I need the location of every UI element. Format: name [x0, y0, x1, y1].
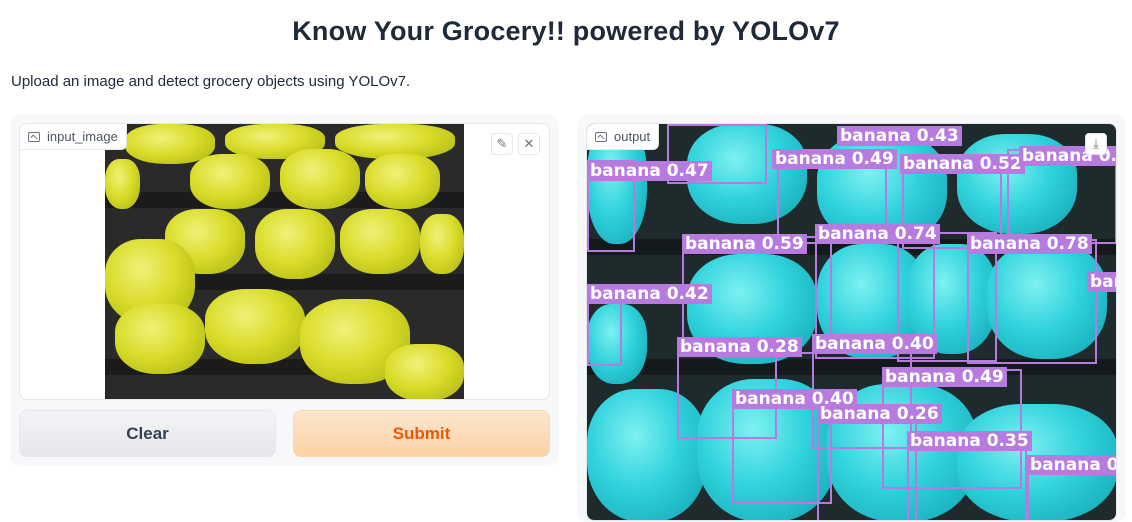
detection-label: banana 0.47: [587, 161, 712, 181]
input-image-label-text: input_image: [47, 129, 118, 144]
clear-button[interactable]: Clear: [19, 410, 276, 457]
input-image-dropzone[interactable]: input_image ✎ ✕: [19, 123, 550, 400]
download-icon[interactable]: ⤓: [1085, 133, 1107, 155]
detection-label: banana 0.43: [837, 126, 962, 146]
input-image-label: input_image: [20, 124, 127, 150]
output-label: output: [587, 124, 660, 150]
output-label-text: output: [614, 129, 651, 144]
detection-label: banana 0.52: [900, 154, 1025, 174]
detection-label: banana 0.74: [815, 224, 940, 244]
page-description: Upload an image and detect grocery objec…: [11, 73, 411, 90]
detection-label: banana 0.49: [772, 149, 897, 169]
pencil-icon[interactable]: ✎: [491, 133, 513, 155]
detection-label: banana 0.74: [1087, 272, 1116, 292]
detection-label: banana 0.40: [812, 334, 937, 354]
submit-button[interactable]: Submit: [293, 410, 550, 457]
image-icon: [595, 131, 607, 142]
detection-label: banana 0.78: [967, 234, 1092, 254]
output-image: banana 0.43 banana 0.47 banana 0.49 bana…: [587, 124, 1116, 520]
input-image: [105, 124, 464, 399]
image-icon: [28, 131, 40, 142]
output-panel: banana 0.43 banana 0.47 banana 0.49 bana…: [577, 115, 1126, 522]
close-icon[interactable]: ✕: [518, 133, 540, 155]
detection-label: banana 0.28: [677, 337, 802, 357]
output-image-container: banana 0.43 banana 0.47 banana 0.49 bana…: [586, 123, 1117, 521]
page-title: Know Your Grocery!! powered by YOLOv7: [292, 16, 840, 46]
detection-label: banana 0.26: [817, 404, 942, 424]
detection-label: banana 0.59: [682, 234, 807, 254]
detection-label: banana 0: [1027, 455, 1116, 475]
input-panel: input_image ✎ ✕ Clear Submit: [10, 115, 559, 466]
detection-label: banana 0.35: [907, 431, 1032, 451]
detection-label: banana 0.42: [587, 284, 712, 304]
detection-label: banana 0.49: [882, 367, 1007, 387]
